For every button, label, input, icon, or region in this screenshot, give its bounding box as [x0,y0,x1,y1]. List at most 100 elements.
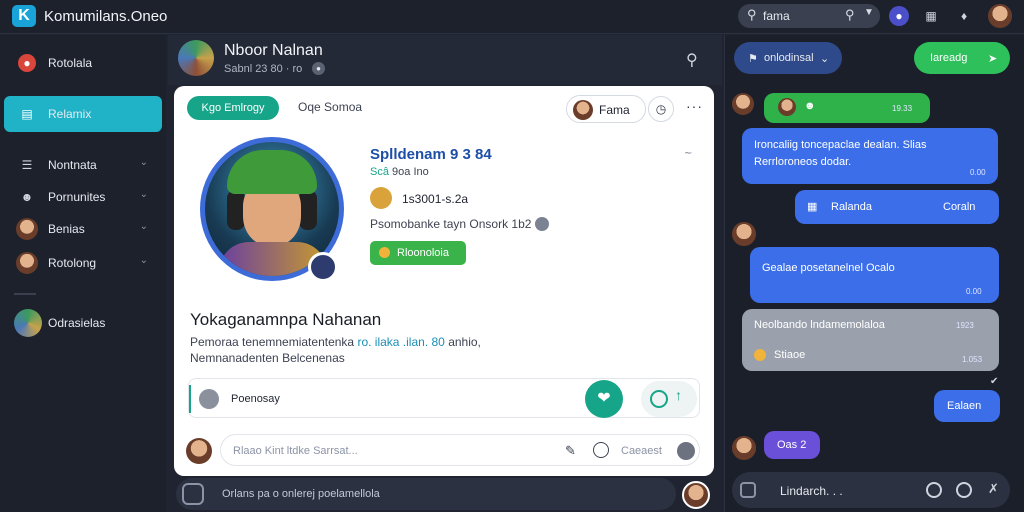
check-icon[interactable] [956,482,972,498]
msg-avatar [732,222,756,246]
bell-icon[interactable]: ♦ [954,6,974,26]
msg-avatar [732,93,754,115]
message-input[interactable]: Orlans pa o onlerej poelamellola [176,478,676,510]
search-input[interactable]: ⚲ fama ⚲ ▼ [738,4,880,28]
message-time: 0.00 [966,287,982,296]
profile-sub-text: 9oa Ino [392,166,429,178]
channel-name: Nboor Nalnan [224,42,323,59]
message-bubble: ☻ 19.33 [764,93,930,123]
message-time: 1923 [956,321,974,330]
channel-avatar[interactable] [178,40,214,76]
comment-box: Rlaao Kint ltdke Sarrsat... ✎ Caeaest [186,434,702,468]
coin-balance: 1s3001-s.2a [402,192,469,206]
read-receipt-icon: ✔ [990,376,999,387]
chevron-down-icon: ⌄ [139,221,148,232]
bio-line-1-a: Pemoraa tenemnemiatentenka [190,335,355,349]
user-avatar[interactable] [988,4,1012,28]
emoji-icon[interactable] [650,390,668,408]
follow-button[interactable]: Rloonoloia [370,241,466,265]
attachment-icon[interactable] [199,389,219,409]
chevron-down-icon: ⌄ [139,189,148,200]
chat-icon: ▤ [21,107,33,121]
pen-icon[interactable]: ✎ [565,443,576,459]
filter-dropdown[interactable]: ⚑ onlodinsal ⌄ [734,42,842,74]
header-search-icon[interactable]: ⚲ [686,50,698,70]
search-options-icon[interactable]: ▼ [864,7,874,18]
clock-icon[interactable]: ◷ [648,96,674,122]
user-chip[interactable]: Fama [566,95,646,123]
status-badge [308,252,338,282]
message-time: 19.33 [892,104,913,113]
sidebar-item-relamix[interactable]: ▤ Relamix [4,96,162,132]
composer-label: Poenosay [231,393,280,405]
message-text: Ironcaliig toncepaclae dealan. Slias Rer… [754,139,927,168]
chevron-down-icon: ⌄ [139,255,148,266]
sidebar-item-pornunites[interactable]: ☻ Pornunites ⌄ [4,179,162,215]
emoji-icon[interactable] [593,442,609,458]
self-avatar[interactable] [682,481,710,509]
message-bubble: Gealae posetanelnel Ocalo 0.00 [750,247,999,303]
sidebar-item-odrasielas[interactable]: Odrasielas [4,305,162,341]
action-label: Iareadg [930,52,968,64]
list-icon: ☰ [21,158,33,172]
chevron-down-icon: ⌄ [139,157,148,168]
sticker-avatar [778,98,796,116]
sidebar-item-rotolala[interactable]: ● Rotolala [4,45,162,81]
composer-actions[interactable]: ↑ [641,381,697,417]
commenter-avatar [186,438,212,464]
apps-grid-icon[interactable]: ▦ [921,6,941,26]
msg-avatar [732,436,756,460]
send-button[interactable]: ❤ [585,380,623,418]
message-sub: Stiaoe [774,349,806,361]
message-bubble: Ealaen [934,390,1000,422]
search-icon: ⚲ [747,7,757,22]
message-text-2: Coraln [943,201,976,213]
composer[interactable]: Poenosay ❤ ↑ [188,378,700,418]
sidebar-item-label: Rotolong [48,256,97,270]
sidebar-item-rotolong[interactable]: Rotolong ⌄ [4,245,162,281]
message-text: Ralanda [831,201,872,213]
search-submit-icon[interactable]: ⚲ [845,7,855,23]
sidebar-item-label: Pornunites [48,190,106,204]
message-text: Oas 2 [777,439,807,451]
pin-icon[interactable]: ↑ [675,387,682,403]
message-placeholder: Orlans pa o onlerej poelamellola [222,488,380,500]
collapse-icon[interactable]: ∼ [684,148,692,159]
app-logo: K [12,5,36,27]
sidebar-item-nontnata[interactable]: ☰ Nontnata ⌄ [4,147,162,183]
settings-icon[interactable] [677,442,695,460]
flag-icon: ⚑ [748,53,758,65]
comment-placeholder: Rlaao Kint ltdke Sarrsat... [233,445,358,457]
bio-line-1: Pemoraa tenemnemiatentenka ro. ilaka .il… [190,335,481,349]
bio-highlight[interactable]: ro. ilaka .ilan. 80 [357,335,444,349]
message-bubble: Oas 2 [764,431,820,459]
message-bubble: Neolbando lndamemolaloa 1923 Stiaoe 1.05… [742,309,999,371]
sidebar-item-label: Nontnata [48,158,97,172]
benias-avatar [16,218,38,240]
message-text: Gealae posetanelnel Ocalo [762,262,895,274]
more-options-icon[interactable]: ··· [686,98,703,114]
discord-icon[interactable]: ● [889,6,909,26]
tab-other[interactable]: Oqe Somoa [298,100,362,114]
sidebar-divider [14,293,36,295]
flame-icon: ● [18,54,36,72]
profile-name: Splldenam 9 3 84 [370,146,492,163]
sidebar-item-benias[interactable]: Benias ⌄ [4,211,162,247]
attach-icon[interactable] [740,482,756,498]
chat-input[interactable]: Lindarch. . . ✗ [732,472,1010,508]
sidebar-item-label: Relamix [48,107,92,121]
action-button[interactable]: Iareadg ➤ [914,42,1010,74]
bio-line-1-b: anhio, [448,335,481,349]
message-text: Neolbando lndamemolaloa [754,319,885,331]
top-bar: K Komumilans.Oneo ⚲ fama ⚲ ▼ ● ▦ ♦ [0,0,1024,34]
user-icon: ☻ [20,190,34,204]
camera-icon[interactable] [182,483,204,505]
post-button[interactable]: Caeaest [621,445,662,457]
profile-sub-prefix: Scâ [370,166,389,178]
comment-input[interactable]: Rlaao Kint ltdke Sarrsat... ✎ Caeaest [220,434,700,466]
mic-icon[interactable]: ✗ [988,481,999,497]
tab-active[interactable]: Kgo Emlrogy [187,96,279,120]
chat-input-value: Lindarch. . . [780,484,843,498]
gift-icon: ☻ [804,100,816,112]
emoji-icon[interactable] [926,482,942,498]
